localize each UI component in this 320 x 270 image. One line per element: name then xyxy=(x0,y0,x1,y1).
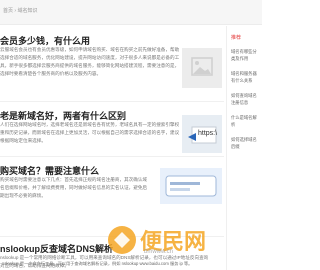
article-item[interactable]: 老是新域名好，两者有什么区别 人们在选择网站域名时，选择老域名还是新域名各有优势… xyxy=(0,101,224,157)
sidebar-item[interactable]: 域名有哪些分类及作用 xyxy=(231,48,261,62)
article-thumbnail[interactable] xyxy=(160,168,222,204)
image-icon xyxy=(191,57,213,76)
article-thumbnail[interactable] xyxy=(182,48,222,88)
article-excerpt: 购买域名时需要注意以下几点：首先选择正规的域名注册商，其次确认域名后缀和价格，并… xyxy=(0,177,148,198)
article-item[interactable]: 会员多少钱，有什么用 云服域名会员也有会员优惠等级，如何申请域名购买、域名在购买… xyxy=(0,26,224,102)
top-bar: 首页 › 域名知识 xyxy=(0,0,262,25)
article-excerpt: 云服域名会员也有会员优惠等级，如何申请域名购买、域名在购买之前先做好准备，帮助选… xyxy=(0,47,180,76)
sidebar-item[interactable]: 域名和服务器有什么关系 xyxy=(231,70,261,84)
breadcrumb[interactable]: 首页 › 域名知识 xyxy=(3,7,37,14)
article-excerpt: 人们在选择网站域名时，选择老域名还是新域名各有优势，老域名具有一定的搜索引擎权重… xyxy=(0,122,180,143)
sidebar-item[interactable]: 如何选择域名后缀 xyxy=(231,136,261,150)
sidebar: 推荐 域名有哪些分类及作用 域名和服务器有什么关系 如何查询域名注册信息 什么是… xyxy=(226,26,263,270)
sidebar-item[interactable]: 什么是域名解析 xyxy=(231,114,261,128)
sidebar-title: 推荐 xyxy=(231,35,242,41)
article-item[interactable]: 购买域名？需要注意什么 购买域名时需要注意以下几点：首先选择正规的域名注册商，其… xyxy=(0,156,224,237)
domain-illustration-icon xyxy=(160,168,222,204)
bottom-note: nslookup 是一个命令行工具，可以用于查询域名解析记录，例如 nslook… xyxy=(2,261,193,266)
https-label: https:\ xyxy=(198,130,218,137)
main-content: 会员多少钱，有什么用 云服域名会员也有会员优惠等级，如何申请域名购买、域名在购买… xyxy=(0,26,224,270)
sidebar-item[interactable]: 如何查询域名注册信息 xyxy=(231,92,261,106)
article-thumbnail[interactable]: https:\ xyxy=(182,115,222,153)
